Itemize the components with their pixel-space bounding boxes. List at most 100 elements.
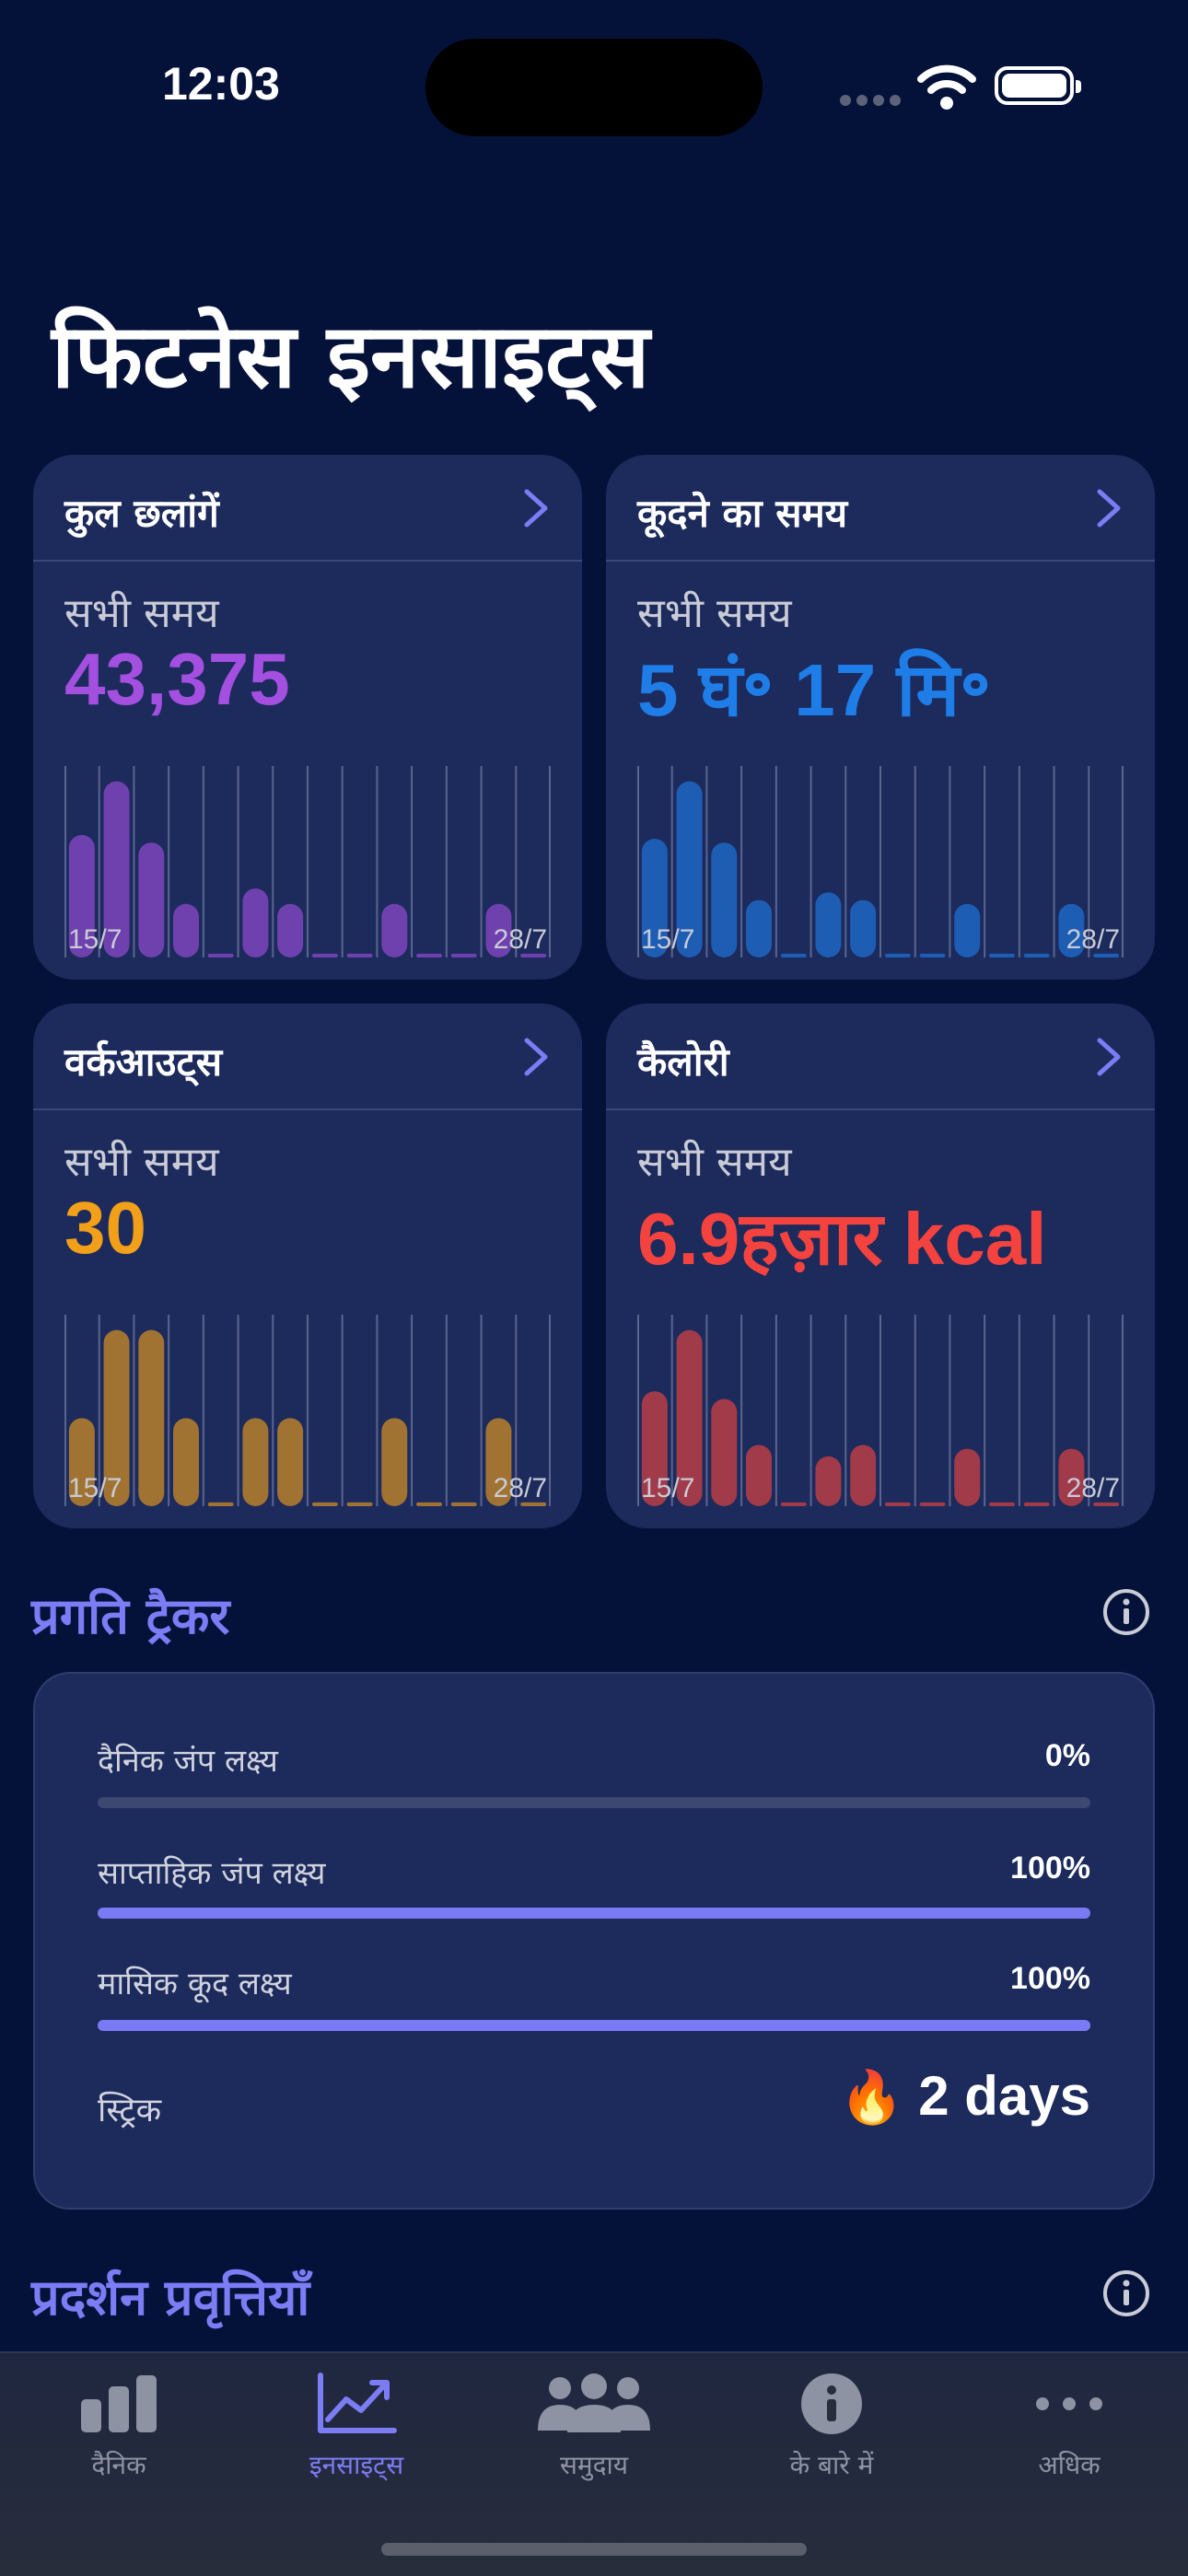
card-subtitle: सभी समय [637, 590, 792, 637]
info-circle-icon[interactable] [1101, 1587, 1151, 1637]
tab-about[interactable]: के बारे में [713, 2372, 950, 2482]
chart-bar [277, 903, 304, 957]
chart-bar [311, 1502, 338, 1506]
chart-end-label: 28/7 [1066, 1473, 1120, 1503]
chart-bar [989, 953, 1015, 957]
chart-bar [711, 1398, 738, 1506]
card-title: वर्कआउट्स [64, 1039, 223, 1085]
chart-bar [815, 892, 842, 957]
progress-tracker-title: प्रगति ट्रैकर [31, 1587, 230, 1645]
chevron-right-icon [1097, 1038, 1121, 1076]
card-value: 5 घं॰ 17 मि॰ [637, 649, 992, 731]
chart-bar [242, 888, 269, 957]
chart-bar [346, 1502, 373, 1506]
card-jump-time[interactable]: कूदने का समय सभी समय 5 घं॰ 17 मि॰ 15/7 28… [606, 455, 1155, 980]
goal-label-monthly: मासिक कूद लक्ष्य [98, 1966, 292, 2002]
chart-end-label: 28/7 [494, 924, 547, 955]
chevron-right-icon [524, 1038, 548, 1076]
goal-progress-bar-daily [98, 1797, 1090, 1808]
tab-more[interactable]: अधिक [950, 2372, 1188, 2482]
chart-bar [919, 953, 946, 957]
chart-bar [381, 903, 408, 957]
line-chart-icon [318, 2373, 397, 2433]
chart-start-label: 15/7 [68, 1473, 122, 1503]
chart-bar [277, 1418, 304, 1506]
tab-insights[interactable]: इनसाइट्स [238, 2372, 475, 2482]
tab-label: दैनिक [91, 2450, 146, 2480]
chevron-right-icon [1097, 489, 1121, 528]
chart-bar [815, 1456, 842, 1506]
streak-value: 🔥 2 days [839, 2064, 1090, 2128]
people-icon [538, 2373, 650, 2432]
chart-bar [416, 1502, 442, 1506]
home-indicator [381, 2543, 807, 2556]
flame-icon: 🔥 [839, 2068, 904, 2126]
bar-chart-icon [81, 2375, 157, 2432]
chart-bar [884, 1502, 911, 1506]
chart-start-label: 15/7 [68, 924, 122, 955]
card-calories[interactable]: कैलोरी सभी समय 6.9हज़ार kcal 15/7 28/7 [606, 1004, 1155, 1528]
more-icon [1036, 2397, 1102, 2410]
card-workouts[interactable]: वर्कआउट्स सभी समय 30 15/7 28/7 [33, 1004, 582, 1528]
chart-bar [780, 953, 807, 957]
chart-bar [138, 842, 165, 957]
chart-bar [173, 1418, 199, 1506]
goal-progress-fill [98, 1908, 1090, 1919]
performance-trends-title: प्रदर्शन प्रवृत्तियाँ [31, 2269, 310, 2327]
chart-end-label: 28/7 [1066, 924, 1120, 955]
goal-label-weekly: साप्ताहिक जंप लक्ष्य [98, 1855, 326, 1892]
card-header[interactable]: वर्कआउट्स [33, 1004, 582, 1110]
chart-bar [884, 953, 911, 957]
chart-bar [207, 1502, 234, 1506]
goal-label-daily: दैनिक जंप लक्ष्य [98, 1743, 278, 1780]
chart-bar [242, 1418, 269, 1506]
card-value: 43,375 [64, 638, 290, 720]
chart-bar [850, 899, 877, 957]
card-subtitle: सभी समय [637, 1139, 792, 1186]
chart-bar [919, 1502, 946, 1506]
tab-community[interactable]: समुदाय [475, 2372, 713, 2482]
info-circle-icon[interactable] [1101, 2269, 1151, 2318]
card-total-jumps[interactable]: कुल छलांगें सभी समय 43,375 15/7 28/7 [33, 455, 582, 980]
goal-progress-bar-weekly [98, 1908, 1090, 1919]
dynamic-island [425, 39, 763, 136]
chart-bar [954, 1448, 981, 1506]
chart-bar [381, 1418, 408, 1506]
status-time: 12:03 [162, 58, 280, 110]
chart-bar [954, 903, 981, 957]
chart-bar [207, 953, 234, 957]
chart-bar [746, 1445, 772, 1506]
card-header[interactable]: कैलोरी [606, 1004, 1155, 1110]
card-chart: 15/7 28/7 [64, 766, 551, 957]
goal-progress-bar-monthly [98, 2020, 1090, 2031]
chart-bar [780, 1502, 807, 1506]
tab-label: इनसाइट्स [309, 2450, 404, 2480]
chart-bar [450, 953, 477, 957]
progress-tracker-card: दैनिक जंप लक्ष्य 0% साप्ताहिक जंप लक्ष्य… [33, 1672, 1155, 2210]
tab-daily[interactable]: दैनिक [0, 2372, 238, 2482]
card-subtitle: सभी समय [64, 1139, 219, 1186]
streak-days: 2 days [918, 2065, 1090, 2127]
card-value: 6.9हज़ार kcal [637, 1198, 1047, 1280]
chart-bar [311, 953, 338, 957]
info-icon [801, 2373, 862, 2434]
chart-bar [746, 899, 772, 957]
card-chart: 15/7 28/7 [637, 766, 1124, 957]
cellular-signal-icon [840, 92, 906, 110]
page-title: फिटनेस इनसाइट्स [52, 305, 650, 408]
chart-start-label: 15/7 [641, 924, 694, 955]
status-bar: 12:03 [0, 0, 1188, 175]
card-title: कुल छलांगें [64, 491, 219, 536]
chart-bar [1023, 1502, 1050, 1506]
chart-bar [1023, 953, 1050, 957]
chart-bar [138, 1329, 165, 1506]
card-header[interactable]: कुल छलांगें [33, 455, 582, 562]
card-subtitle: सभी समय [64, 590, 219, 637]
chart-bar [850, 1445, 877, 1506]
card-header[interactable]: कूदने का समय [606, 455, 1155, 562]
chart-start-label: 15/7 [641, 1473, 694, 1503]
card-title: कैलोरी [637, 1039, 729, 1085]
tab-label: अधिक [1038, 2450, 1101, 2480]
chart-bar [416, 953, 442, 957]
card-chart: 15/7 28/7 [637, 1315, 1124, 1506]
